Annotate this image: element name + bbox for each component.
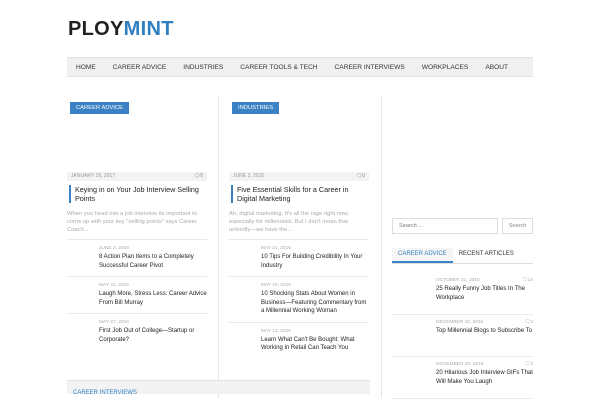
post-date: DECEMBER 16, 2015 xyxy=(436,320,484,325)
post-thumbnail[interactable] xyxy=(392,277,436,309)
logo-part-2: MINT xyxy=(123,18,174,40)
nav-workplaces[interactable]: WORKPLACES xyxy=(413,58,477,76)
nav-career-tools-tech[interactable]: CAREER TOOLS & TECH xyxy=(232,58,326,76)
category-tag-career-advice[interactable]: CAREER ADVICE xyxy=(70,102,130,114)
post-thumbnail[interactable] xyxy=(229,245,261,270)
comment-count[interactable]: 🗨14 xyxy=(522,277,533,284)
nav-about[interactable]: ABOUT xyxy=(477,58,517,76)
post-title[interactable]: 20 Hilarious Job Interview GIFs That Wil… xyxy=(436,369,533,386)
list-item: MAY 31, 2016 Laugh More, Stress Less: Ca… xyxy=(67,276,207,313)
post-title[interactable]: Laugh More, Stress Less: Career Advice F… xyxy=(99,290,207,307)
comment-count[interactable]: 🗨0 xyxy=(194,172,203,181)
nav-career-advice[interactable]: CAREER ADVICE xyxy=(104,58,175,76)
search-button[interactable]: Search xyxy=(502,218,533,234)
column-divider xyxy=(381,96,382,398)
post-list: MAY 21, 2016 10 Tips For Building Credib… xyxy=(229,239,369,359)
list-item: MAY 21, 2016 10 Tips For Building Credib… xyxy=(229,239,369,276)
post-thumbnail[interactable] xyxy=(229,328,261,353)
industries-column: INDUSTRIES JUNE 3, 2016 🗨0 Five Essentia… xyxy=(229,96,369,359)
post-title[interactable]: 8 Action Plan Items to a Completely Succ… xyxy=(99,253,207,270)
featured-meta: JANUARY 29, 2017 🗨0 xyxy=(67,172,207,181)
post-thumbnail[interactable] xyxy=(67,282,99,307)
post-title[interactable]: 10 Shocking Stats About Women in Busines… xyxy=(261,290,369,316)
post-title[interactable]: 25 Really Funny Job Titles In The Workpl… xyxy=(436,285,533,302)
post-thumbnail[interactable] xyxy=(67,245,99,270)
post-date: MAY 31, 2016 xyxy=(99,283,129,288)
featured-title[interactable]: Keying in on Your Job Interview Selling … xyxy=(69,185,207,203)
list-item: OCTOBER 31, 2015 🗨14 25 Really Funny Job… xyxy=(392,273,533,315)
post-title[interactable]: 10 Tips For Building Credibility In Your… xyxy=(261,253,369,270)
nav-home[interactable]: HOME xyxy=(67,58,104,76)
tab-career-advice[interactable]: CAREER ADVICE xyxy=(392,248,453,263)
post-date: JUNE 3, 2016 xyxy=(99,246,129,251)
list-item: NOVEMBER 20, 2015 🗨2 20 Hilarious Job In… xyxy=(392,357,533,399)
featured-meta: JUNE 3, 2016 🗨0 xyxy=(229,172,369,181)
sidebar-post-list: OCTOBER 31, 2015 🗨14 25 Really Funny Job… xyxy=(392,273,533,399)
search-form: Search xyxy=(392,218,533,234)
post-date: MAY 19, 2016 xyxy=(261,283,291,288)
post-date: MAY 27, 2016 xyxy=(99,320,129,325)
featured-title[interactable]: Five Essential Skills for a Career in Di… xyxy=(231,185,369,203)
comment-count[interactable]: 🗨2 xyxy=(524,361,533,368)
career-advice-column: CAREER ADVICE JANUARY 29, 2017 🗨0 Keying… xyxy=(67,96,207,350)
post-thumbnail[interactable] xyxy=(392,319,436,351)
logo-part-1: PLOY xyxy=(68,18,124,40)
post-title[interactable]: Learn What Can't Be Bought: What Working… xyxy=(261,336,369,353)
post-date: MAY 21, 2016 xyxy=(261,246,291,251)
post-thumbnail[interactable] xyxy=(392,361,436,393)
post-thumbnail[interactable] xyxy=(229,282,261,316)
nav-career-interviews[interactable]: CAREER INTERVIEWS xyxy=(326,58,413,76)
featured-thumbnail[interactable] xyxy=(67,114,207,172)
category-tag-industries[interactable]: INDUSTRIES xyxy=(232,102,280,114)
post-title[interactable]: Top Millennial Blogs to Subscribe To xyxy=(436,327,533,336)
featured-excerpt: When you head into a job interview its i… xyxy=(67,211,197,233)
column-divider xyxy=(218,96,219,398)
featured-date: JANUARY 29, 2017 xyxy=(71,173,116,179)
post-date: MAY 13, 2016 xyxy=(261,328,291,334)
list-item: MAY 19, 2016 10 Shocking Stats About Wom… xyxy=(229,276,369,322)
list-item: JUNE 3, 2016 8 Action Plan Items to a Co… xyxy=(67,239,207,276)
comment-count[interactable]: 🗨3 xyxy=(524,319,533,326)
sidebar-tabs: CAREER ADVICE RECENT ARTICLES xyxy=(392,248,533,264)
list-item: DECEMBER 16, 2015 🗨3 Top Millennial Blog… xyxy=(392,315,533,357)
search-input[interactable] xyxy=(392,218,498,234)
list-item: MAY 27, 2016 First Job Out of College—St… xyxy=(67,313,207,350)
featured-thumbnail[interactable] xyxy=(229,114,369,172)
featured-excerpt: Ah, digital marketing. It's all the rage… xyxy=(229,211,349,233)
site-logo[interactable]: PLOYMINT xyxy=(68,18,174,41)
post-date: NOVEMBER 20, 2015 xyxy=(436,362,484,367)
section-heading-career-interviews: CAREER INTERVIEWS xyxy=(67,380,370,396)
tab-recent-articles[interactable]: RECENT ARTICLES xyxy=(453,248,520,263)
list-item: MAY 13, 2016 Learn What Can't Be Bought:… xyxy=(229,321,369,359)
nav-industries[interactable]: INDUSTRIES xyxy=(175,58,232,76)
section-heading-label[interactable]: CAREER INTERVIEWS xyxy=(67,390,137,396)
featured-date: JUNE 3, 2016 xyxy=(233,173,265,179)
main-nav: HOME CAREER ADVICE INDUSTRIES CAREER TOO… xyxy=(67,57,533,77)
post-title[interactable]: First Job Out of College—Startup or Corp… xyxy=(99,327,207,344)
comment-count[interactable]: 🗨0 xyxy=(356,172,365,181)
post-thumbnail[interactable] xyxy=(67,319,99,344)
post-date: OCTOBER 31, 2015 xyxy=(436,278,480,283)
post-list: JUNE 3, 2016 8 Action Plan Items to a Co… xyxy=(67,239,207,350)
